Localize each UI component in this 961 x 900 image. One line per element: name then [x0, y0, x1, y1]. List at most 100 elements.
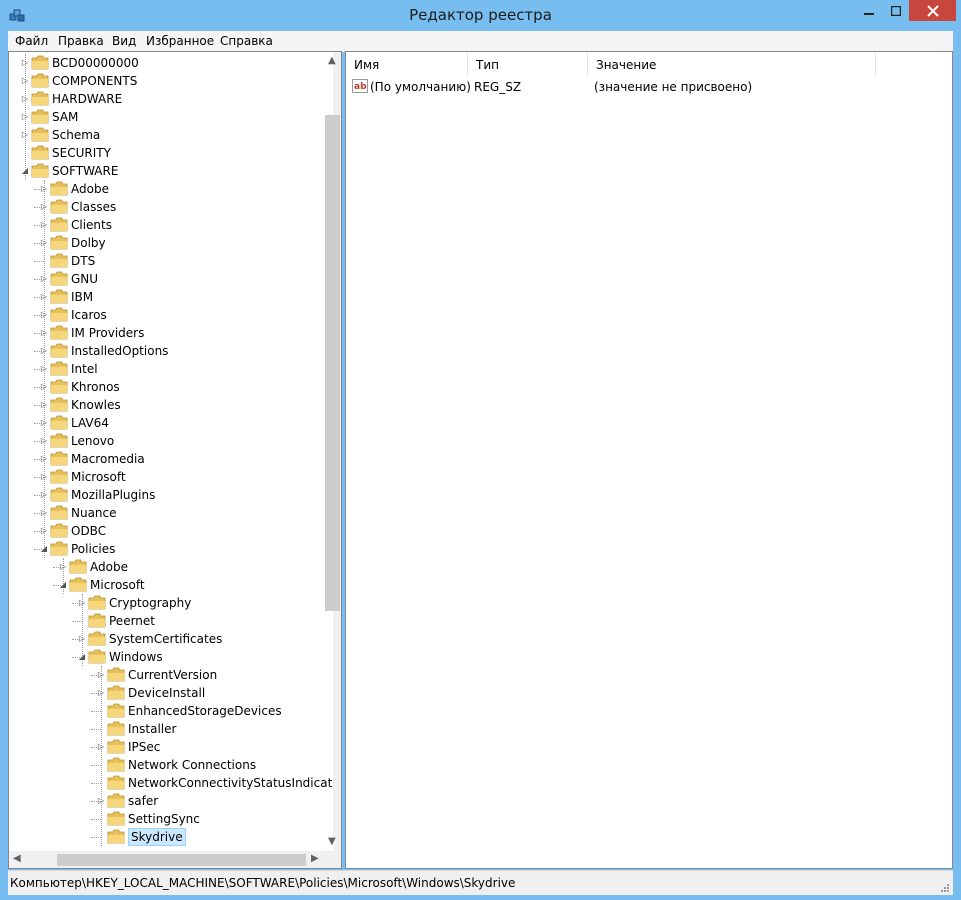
tree-node[interactable]: ◢ Policies — [9, 540, 341, 558]
collapse-arrow-icon[interactable]: ◢ — [40, 544, 48, 553]
tree-node[interactable]: ▷ InstalledOptions — [9, 342, 341, 360]
tree-node[interactable]: ▷ Nuance — [9, 504, 341, 522]
value-row[interactable]: ab (По умолчанию) REG_SZ (значение не пр… — [346, 78, 952, 96]
expand-arrow-icon[interactable]: ▷ — [40, 526, 48, 535]
tree-node[interactable]: ▷ Clients — [9, 216, 341, 234]
expand-arrow-icon[interactable]: ▷ — [40, 508, 48, 517]
collapse-arrow-icon[interactable]: ◢ — [78, 652, 86, 661]
expand-arrow-icon[interactable]: ▷ — [40, 220, 48, 229]
tree-node[interactable]: ▷ Macromedia — [9, 450, 341, 468]
expand-arrow-icon[interactable]: ▷ — [40, 202, 48, 211]
values-list[interactable]: Имя Тип Значение ab (По умолчанию) REG_S… — [345, 51, 953, 869]
expand-arrow-icon[interactable]: ▷ — [40, 328, 48, 337]
expand-arrow-icon[interactable]: ▷ — [97, 670, 105, 679]
title-bar[interactable]: Редактор реестра — [0, 0, 961, 31]
tree-node[interactable]: ▷ HARDWARE — [9, 90, 341, 108]
tree-node[interactable]: ▷ COMPONENTS — [9, 72, 341, 90]
expand-arrow-icon[interactable]: ▷ — [97, 796, 105, 805]
menu-edit[interactable]: Правка — [58, 34, 104, 48]
expand-arrow-icon[interactable]: ▷ — [78, 634, 86, 643]
close-button[interactable] — [909, 0, 956, 21]
tree-node[interactable]: ▷ SystemCertificates — [9, 630, 341, 648]
expand-arrow-icon[interactable]: ▷ — [40, 472, 48, 481]
maximize-button[interactable] — [883, 0, 909, 21]
tree-node[interactable]: ◢ Microsoft — [9, 576, 341, 594]
menu-view[interactable]: Вид — [112, 34, 136, 48]
tree-node[interactable]: ▷ Classes — [9, 198, 341, 216]
scroll-left-arrow-icon[interactable]: ◀ — [13, 853, 21, 864]
tree-horizontal-scroll-thumb[interactable] — [57, 854, 306, 866]
expand-arrow-icon[interactable]: ▷ — [21, 94, 29, 103]
tree-vertical-scroll-thumb[interactable] — [325, 115, 340, 611]
expand-arrow-icon[interactable]: ▷ — [21, 112, 29, 121]
tree-node[interactable]: Network Connections — [9, 756, 341, 774]
tree-node[interactable]: ▷ LAV64 — [9, 414, 341, 432]
tree-node[interactable]: EnhancedStorageDevices — [9, 702, 341, 720]
scroll-up-arrow-icon[interactable]: ▲ — [328, 55, 336, 66]
collapse-arrow-icon[interactable]: ◢ — [21, 166, 29, 175]
tree-node[interactable]: ▷ IBM — [9, 288, 341, 306]
menu-file[interactable]: Файл — [15, 34, 48, 48]
expand-arrow-icon[interactable]: ▷ — [97, 742, 105, 751]
expand-arrow-icon[interactable]: ▷ — [40, 274, 48, 283]
tree-node[interactable]: ▷ Khronos — [9, 378, 341, 396]
tree-node[interactable]: ▷ Microsoft — [9, 468, 341, 486]
expand-arrow-icon[interactable]: ▷ — [59, 562, 67, 571]
key-tree[interactable]: ▷ BCD00000000 ▷ COMPONENTS ▷ HARDWARE ▷ SAM ▷ Sch… — [8, 51, 342, 869]
tree-node[interactable]: ▷ SAM — [9, 108, 341, 126]
expand-arrow-icon[interactable]: ▷ — [40, 490, 48, 499]
tree-node[interactable]: Peernet — [9, 612, 341, 630]
tree-node[interactable]: ▷ Icaros — [9, 306, 341, 324]
minimize-button[interactable] — [855, 0, 883, 21]
tree-node[interactable]: ▷ Dolby — [9, 234, 341, 252]
menu-favorites[interactable]: Избранное — [146, 34, 214, 48]
column-header-name[interactable]: Имя — [346, 52, 468, 76]
tree-node[interactable]: ▷ Adobe — [9, 558, 341, 576]
column-header-value[interactable]: Значение — [588, 52, 876, 76]
resize-grip-icon[interactable] — [939, 882, 949, 892]
tree-node[interactable]: DTS — [9, 252, 341, 270]
expand-arrow-icon[interactable]: ▷ — [40, 346, 48, 355]
expand-arrow-icon[interactable]: ▷ — [40, 238, 48, 247]
expand-arrow-icon[interactable]: ▷ — [97, 688, 105, 697]
tree-node[interactable]: ▷ safer — [9, 792, 341, 810]
tree-node[interactable]: Installer — [9, 720, 341, 738]
tree-node[interactable]: ▷ Cryptography — [9, 594, 341, 612]
tree-node[interactable]: SettingSync — [9, 810, 341, 828]
expand-arrow-icon[interactable]: ▷ — [40, 310, 48, 319]
scroll-right-arrow-icon[interactable]: ▶ — [311, 853, 319, 864]
tree-node[interactable]: Skydrive — [9, 828, 341, 846]
menu-help[interactable]: Справка — [220, 34, 273, 48]
expand-arrow-icon[interactable]: ▷ — [40, 382, 48, 391]
expand-arrow-icon[interactable]: ▷ — [21, 76, 29, 85]
tree-node[interactable]: ▷ BCD00000000 — [9, 54, 341, 72]
tree-node[interactable]: ▷ Adobe — [9, 180, 341, 198]
scroll-down-arrow-icon[interactable]: ▼ — [328, 836, 336, 847]
tree-node[interactable]: ▷ GNU — [9, 270, 341, 288]
tree-node[interactable]: ▷ Intel — [9, 360, 341, 378]
expand-arrow-icon[interactable]: ▷ — [21, 58, 29, 67]
tree-node[interactable]: ◢ SOFTWARE — [9, 162, 341, 180]
expand-arrow-icon[interactable]: ▷ — [40, 418, 48, 427]
expand-arrow-icon[interactable]: ▷ — [40, 292, 48, 301]
collapse-arrow-icon[interactable]: ◢ — [59, 580, 67, 589]
tree-node[interactable]: ▷ Knowles — [9, 396, 341, 414]
column-header-type[interactable]: Тип — [468, 52, 588, 76]
expand-arrow-icon[interactable]: ▷ — [40, 364, 48, 373]
tree-node[interactable]: ▷ IPSec — [9, 738, 341, 756]
tree-node[interactable]: SECURITY — [9, 144, 341, 162]
tree-node[interactable]: ▷ MozillaPlugins — [9, 486, 341, 504]
expand-arrow-icon[interactable]: ▷ — [78, 598, 86, 607]
tree-node[interactable]: ▷ DeviceInstall — [9, 684, 341, 702]
tree-node[interactable]: ◢ Windows — [9, 648, 341, 666]
expand-arrow-icon[interactable]: ▷ — [40, 184, 48, 193]
tree-node[interactable]: NetworkConnectivityStatusIndicator — [9, 774, 341, 792]
tree-node[interactable]: ▷ ODBC — [9, 522, 341, 540]
tree-node[interactable]: ▷ Lenovo — [9, 432, 341, 450]
expand-arrow-icon[interactable]: ▷ — [40, 400, 48, 409]
expand-arrow-icon[interactable]: ▷ — [40, 454, 48, 463]
expand-arrow-icon[interactable]: ▷ — [40, 436, 48, 445]
tree-node[interactable]: ▷ IM Providers — [9, 324, 341, 342]
tree-node[interactable]: ▷ Schema — [9, 126, 341, 144]
expand-arrow-icon[interactable]: ▷ — [21, 130, 29, 139]
